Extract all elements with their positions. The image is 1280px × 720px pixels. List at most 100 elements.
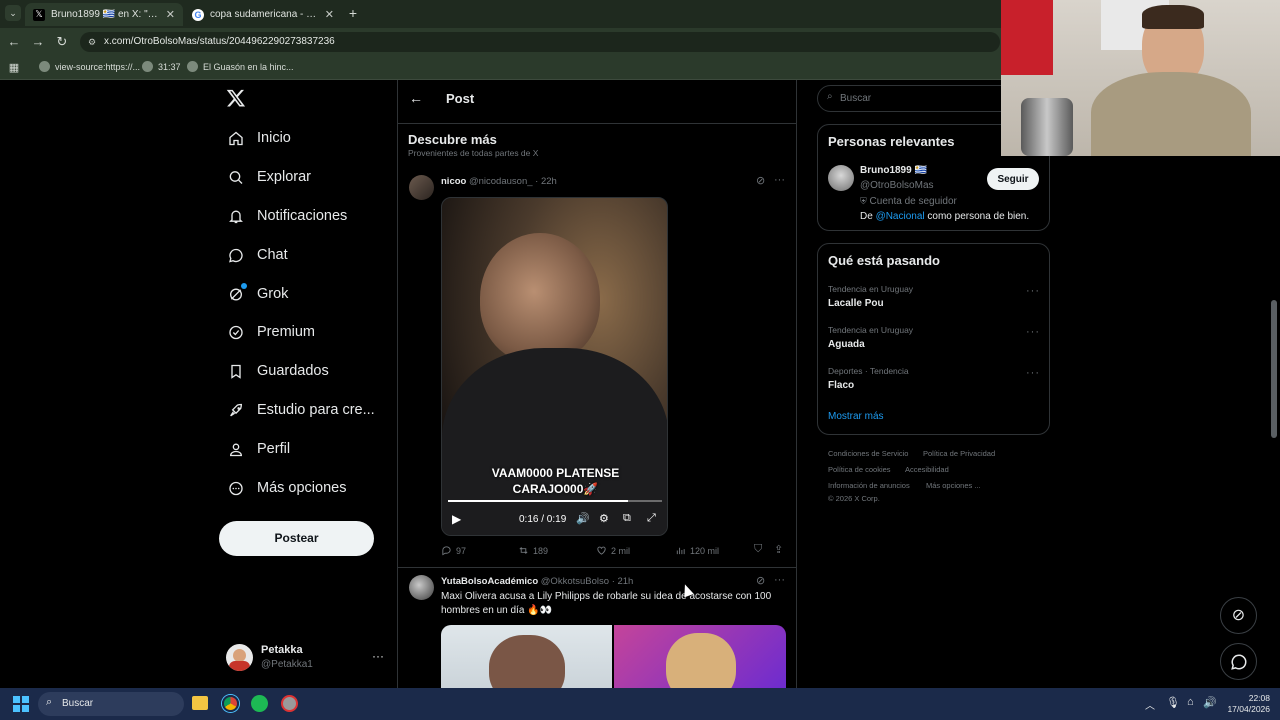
bookmark-item[interactable]: 31:37: [142, 61, 181, 72]
fullscreen-icon[interactable]: ⤢: [647, 512, 656, 525]
apps-grid-icon[interactable]: ▦: [6, 60, 22, 76]
tab-active[interactable]: 𝕏 Bruno1899 🇺🇾 en X: "Desde este ✕: [25, 3, 183, 26]
tab-search[interactable]: G copa sudamericana - Buscar co ✕: [184, 3, 342, 26]
settings-icon[interactable]: ⚙: [599, 512, 609, 525]
author-name[interactable]: YutaBolsoAcadémico: [441, 576, 538, 587]
grok-float-button[interactable]: ⊘: [1220, 597, 1257, 634]
site-info-icon[interactable]: ⚙: [88, 32, 96, 52]
nav-item-perfil[interactable]: Perfil: [228, 437, 290, 461]
reply-action[interactable]: 97: [441, 545, 466, 556]
microphone-icon[interactable]: 🎙: [1166, 696, 1180, 709]
show-more-link[interactable]: Mostrar más: [828, 411, 884, 422]
grok-icon[interactable]: ⊘: [756, 174, 765, 187]
footer-link[interactable]: Accesibilidad: [905, 465, 949, 474]
relevant-name[interactable]: Bruno1899 🇺🇾: [860, 165, 927, 176]
clock[interactable]: 22:08 17/04/2026: [1226, 693, 1270, 715]
address-bar[interactable]: ⚙ x.com/OtroBolsoMas/status/204496229027…: [80, 32, 1000, 52]
account-handle: @Petakka1: [261, 659, 313, 670]
new-tab-icon[interactable]: +: [345, 5, 361, 21]
share-icon[interactable]: ⇪: [774, 543, 783, 556]
windows-start-icon[interactable]: [13, 696, 29, 712]
volume-icon[interactable]: 🔊: [576, 512, 590, 525]
tweet-card[interactable]: nicoo @nicodauson_ · 22h ⊘ ··· VAAM0000 …: [398, 168, 796, 568]
nav-item-grok[interactable]: Grok: [228, 282, 288, 306]
nav-item-mas-opciones[interactable]: Más opciones: [228, 476, 346, 500]
views-action[interactable]: 120 mil: [675, 545, 719, 556]
avatar[interactable]: [828, 165, 854, 191]
video-caption: VAAM0000 PLATENSE CARAJO000🚀: [491, 466, 620, 496]
search-icon: [228, 169, 244, 185]
search-icon: ⌕: [827, 91, 833, 102]
play-icon[interactable]: ▶: [452, 512, 461, 526]
close-tab-icon[interactable]: ✕: [325, 8, 334, 21]
spotify-icon[interactable]: [251, 695, 268, 712]
nav-item-notificaciones[interactable]: Notificaciones: [228, 204, 347, 228]
file-explorer-icon[interactable]: [192, 696, 208, 710]
windows-taskbar: ⌕ Buscar ︿ 🎙 ⌂ 🔊 22:08 17/04/2026: [0, 688, 1280, 720]
app-icon[interactable]: [281, 695, 298, 712]
tweet-time[interactable]: · 22h: [535, 176, 557, 187]
back-arrow-icon[interactable]: ←: [409, 90, 423, 106]
more-dots-icon[interactable]: ···: [774, 174, 785, 186]
avatar[interactable]: [409, 575, 434, 600]
person-icon: [228, 441, 244, 457]
avatar[interactable]: [409, 175, 434, 200]
footer-link[interactable]: Condiciones de Servicio: [828, 449, 908, 458]
bookmark-item[interactable]: view-source:https://...: [39, 61, 140, 72]
grok-icon[interactable]: ⊘: [756, 574, 765, 587]
footer-link[interactable]: Política de cookies: [828, 465, 891, 474]
trend-item[interactable]: Deportes · Tendencia Flaco: [828, 366, 909, 391]
footer-link[interactable]: Política de Privacidad: [923, 449, 995, 458]
tweet-image-left[interactable]: [441, 625, 612, 688]
video-player[interactable]: VAAM0000 PLATENSE CARAJO000🚀 ▶ 0:16 / 0:…: [441, 197, 668, 536]
post-button[interactable]: Postear: [219, 521, 374, 556]
back-icon[interactable]: ←: [6, 34, 22, 50]
page-scrollbar[interactable]: [1271, 300, 1277, 438]
account-switcher[interactable]: Petakka @Petakka1 ···: [226, 643, 386, 675]
tweet-time[interactable]: · 21h: [612, 576, 634, 587]
tweet-card[interactable]: YutaBolsoAcadémico @OkkotsuBolso · 21h ⊘…: [398, 569, 796, 688]
like-action[interactable]: 2 mil: [596, 545, 630, 556]
author-handle[interactable]: @nicodauson_: [469, 176, 533, 187]
trend-item[interactable]: Tendencia en Uruguay Lacalle Pou: [828, 284, 913, 309]
footer-link[interactable]: Más opciones ...: [926, 481, 981, 490]
volume-icon[interactable]: 🔊: [1203, 696, 1217, 709]
trend-item[interactable]: Tendencia en Uruguay Aguada: [828, 325, 913, 350]
chrome-icon[interactable]: [222, 695, 239, 712]
video-time: 0:16 / 0:19: [519, 514, 567, 525]
more-dots-icon[interactable]: ···: [1026, 326, 1040, 338]
nav-item-inicio[interactable]: Inicio: [228, 126, 291, 150]
tweet-image-right[interactable]: [614, 625, 786, 688]
more-dots-icon[interactable]: ···: [1026, 367, 1040, 379]
x-logo[interactable]: [226, 88, 246, 110]
nav-item-explorar[interactable]: Explorar: [228, 165, 311, 189]
chevron-up-icon[interactable]: ︿: [1145, 697, 1155, 712]
bookmark-icon[interactable]: ⛉: [754, 543, 762, 556]
bookmark-icon: [228, 363, 244, 379]
close-tab-icon[interactable]: ✕: [166, 8, 175, 21]
nav-item-estudio[interactable]: Estudio para cre...: [228, 398, 375, 422]
author-name[interactable]: nicoo: [441, 176, 466, 187]
author-handle[interactable]: @OkkotsuBolso: [541, 576, 609, 587]
retweet-action[interactable]: 189: [518, 545, 548, 556]
nav-item-premium[interactable]: Premium: [228, 320, 315, 344]
nav-item-guardados[interactable]: Guardados: [228, 359, 329, 383]
taskbar-search[interactable]: ⌕ Buscar: [38, 692, 184, 716]
timeline-column: ← Post Descubre más Provenientes de toda…: [397, 80, 797, 688]
footer-link[interactable]: Información de anuncios: [828, 481, 910, 490]
chat-float-button[interactable]: [1220, 643, 1257, 680]
bio-mention-link[interactable]: @Nacional: [876, 211, 925, 222]
forward-icon[interactable]: →: [30, 34, 46, 50]
search-placeholder: Buscar: [840, 93, 872, 104]
reload-icon[interactable]: ↻: [54, 34, 70, 50]
network-icon[interactable]: ⌂: [1187, 696, 1194, 708]
relevant-handle[interactable]: @OtroBolsoMas: [860, 180, 934, 191]
pip-icon[interactable]: ⧉: [623, 512, 631, 525]
more-dots-icon[interactable]: ···: [774, 574, 785, 586]
nav-item-chat[interactable]: Chat: [228, 243, 288, 267]
video-progress-track[interactable]: [448, 500, 662, 502]
follow-button[interactable]: Seguir: [987, 168, 1039, 190]
bookmark-item[interactable]: El Guasón en la hinc...: [187, 61, 294, 72]
tab-list-chevron-icon[interactable]: ⌄: [5, 5, 21, 21]
more-dots-icon[interactable]: ···: [1026, 285, 1040, 297]
